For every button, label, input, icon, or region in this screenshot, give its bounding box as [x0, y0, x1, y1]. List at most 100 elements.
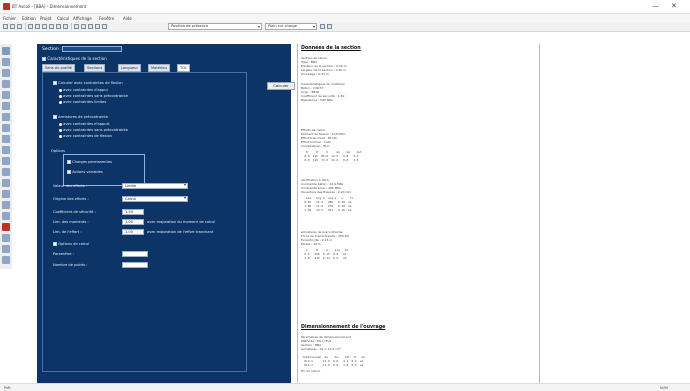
- zoom-out-icon[interactable]: [81, 24, 86, 29]
- charge-combo[interactable]: Plein sur charge ▾: [265, 23, 317, 30]
- foundation-icon[interactable]: [2, 102, 10, 110]
- calc-icon[interactable]: [88, 24, 93, 29]
- check-options-calcul[interactable]: Options de calcul: [53, 242, 89, 247]
- paste-icon[interactable]: [49, 24, 54, 29]
- refresh-icon[interactable]: [320, 24, 325, 29]
- doc-heading-dimensioning: Dimensionnement de l'ouvrage: [301, 325, 386, 330]
- radio-flexion[interactable]: avec contraintes de flexion: [59, 134, 112, 139]
- load-icon[interactable]: [2, 113, 10, 121]
- radio-dot[interactable]: [59, 94, 62, 98]
- beam-icon[interactable]: [2, 58, 10, 66]
- radio-appuis[interactable]: avec contraintes d'appuis: [59, 122, 109, 127]
- drawing-icon[interactable]: [2, 201, 10, 209]
- doc-line: Pertes : 18 %: [301, 242, 321, 246]
- check-armatures[interactable]: Armatures de précontrainte: [53, 115, 108, 120]
- menu-project[interactable]: Projet: [40, 16, 52, 21]
- zoom-in-icon[interactable]: [74, 24, 79, 29]
- minimize-button[interactable]: —: [652, 2, 659, 10]
- tab-longueur[interactable]: Longueur: [118, 64, 141, 72]
- menu-file[interactable]: Fichier: [3, 16, 16, 21]
- tab-tol[interactable]: TOL: [177, 64, 191, 72]
- tab-sens[interactable]: Sens du profilé: [42, 64, 75, 72]
- check-icon[interactable]: [2, 168, 10, 176]
- save-icon[interactable]: [17, 24, 22, 29]
- cut-icon[interactable]: [35, 24, 40, 29]
- menu-help[interactable]: Aide: [123, 16, 132, 21]
- settings-icon[interactable]: [95, 24, 100, 29]
- close-button[interactable]: ✕: [671, 2, 677, 10]
- tab-materiau[interactable]: Matériau: [148, 64, 170, 72]
- menu-view[interactable]: Affichage: [73, 16, 92, 21]
- doc-line: Combinaison : ELU: [301, 144, 329, 148]
- help-icon[interactable]: [102, 24, 107, 29]
- radio-dot[interactable]: [59, 88, 62, 92]
- radio-sans-precontrainte[interactable]: avec contraintes sans précontrainte: [59, 94, 128, 99]
- open-icon[interactable]: [10, 24, 15, 29]
- position-combo[interactable]: Position de présence ▾: [168, 23, 262, 30]
- efforts-origin-select[interactable]: Calcul: [122, 196, 188, 202]
- checkbox[interactable]: [53, 81, 57, 85]
- points-input[interactable]: [122, 262, 148, 268]
- effort-limit-input[interactable]: 1.00: [122, 229, 144, 235]
- doc-line: Armatures : As = 12.5 cm²: [301, 347, 342, 351]
- material-icon[interactable]: [2, 124, 10, 132]
- safety-coef-input[interactable]: 1.50: [122, 209, 144, 215]
- print-icon[interactable]: [28, 24, 33, 29]
- tab-sections[interactable]: Sections: [84, 64, 106, 72]
- section-input[interactable]: [62, 46, 122, 52]
- charge-combo-value: Plein sur charge: [268, 24, 297, 28]
- copy-icon[interactable]: [42, 24, 47, 29]
- subtitle-text: Caractéristiques de la section: [47, 56, 107, 61]
- undo-icon[interactable]: [56, 24, 61, 29]
- options-icon[interactable]: [327, 24, 332, 29]
- reinforcement-icon[interactable]: [2, 179, 10, 187]
- menu-bar: Fichier Edition Projet Calcul Affichage …: [0, 14, 690, 22]
- section-icon[interactable]: [2, 47, 10, 55]
- export-icon[interactable]: [2, 234, 10, 242]
- report-icon[interactable]: [2, 157, 10, 165]
- check-flexion[interactable]: Calculer avec contraintes de flexion: [53, 81, 123, 86]
- checkbox[interactable]: [53, 115, 57, 119]
- section-dialog: Section : Caractéristiques de la section…: [37, 44, 295, 383]
- status-right: NUM: [660, 386, 668, 390]
- radio-dot[interactable]: [59, 134, 62, 138]
- menu-edit[interactable]: Edition: [22, 16, 36, 21]
- toolbar: Position de présence ▾ Plein sur charge …: [0, 22, 690, 32]
- chevron-down-icon: ▾: [312, 24, 315, 29]
- efforts-value-select[interactable]: Limite: [122, 183, 188, 189]
- radio-dot[interactable]: [59, 100, 62, 104]
- checkbox[interactable]: [53, 242, 57, 246]
- radio-dot[interactable]: [59, 128, 62, 132]
- dimension-icon[interactable]: [2, 212, 10, 220]
- check-charges-permanentes[interactable]: Charges permanentes: [67, 160, 112, 165]
- radio-dot[interactable]: [59, 122, 62, 126]
- calculate-button[interactable]: Calculer: [267, 82, 295, 90]
- parameter-input[interactable]: [122, 251, 148, 257]
- table-icon[interactable]: [2, 135, 10, 143]
- radio-limites[interactable]: avec contraintes limites: [59, 100, 106, 105]
- checkbox[interactable]: [67, 160, 71, 164]
- moment-limit-input[interactable]: 1.00: [122, 219, 144, 225]
- subtitle-checkbox[interactable]: [42, 57, 46, 61]
- new-icon[interactable]: [3, 24, 8, 29]
- effort-limit-note: avec majoration de l'effort tranchant: [147, 230, 214, 234]
- column-icon[interactable]: [2, 69, 10, 77]
- anchor-icon[interactable]: [2, 190, 10, 198]
- table-row: 1.50 10.2 251 0.16 ok: [301, 208, 352, 212]
- slab-icon[interactable]: [2, 80, 10, 88]
- menu-calc[interactable]: Calcul: [57, 16, 69, 21]
- check-actions-variables[interactable]: Actions variables: [67, 170, 103, 175]
- alert-icon[interactable]: [2, 223, 10, 231]
- graph-icon[interactable]: [2, 146, 10, 154]
- status-left: Prêt: [4, 386, 11, 390]
- print-preview-icon[interactable]: [2, 245, 10, 253]
- info-icon[interactable]: [2, 256, 10, 264]
- menu-window[interactable]: Fenêtre: [99, 16, 114, 21]
- checkbox[interactable]: [67, 170, 71, 174]
- redo-icon[interactable]: [63, 24, 68, 29]
- radio-flexion-label: avec contraintes de flexion: [63, 134, 112, 138]
- check-armatures-label: Armatures de précontrainte: [58, 115, 109, 119]
- radio-sans-precontrainte-2[interactable]: avec contraintes sans précontrainte: [59, 128, 128, 133]
- radio-appui[interactable]: avec contraintes d'appui: [59, 88, 108, 93]
- wall-icon[interactable]: [2, 91, 10, 99]
